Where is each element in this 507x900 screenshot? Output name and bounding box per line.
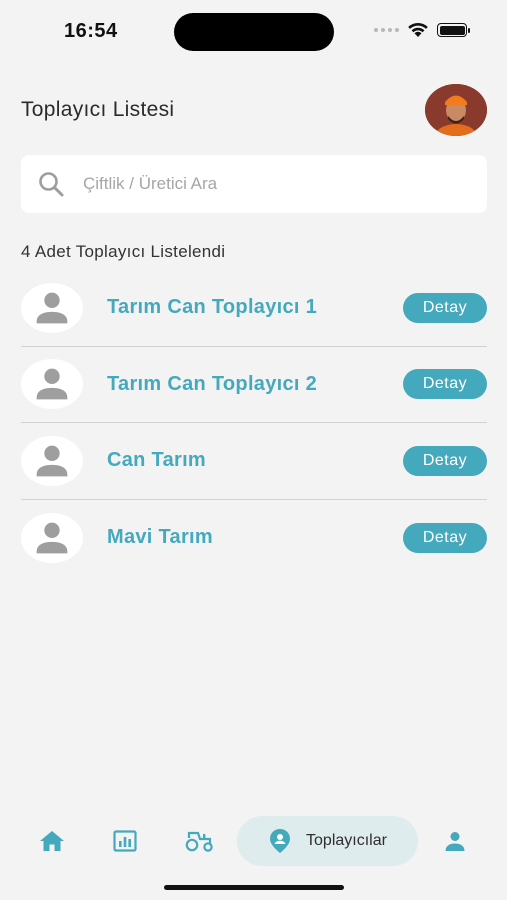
header: Toplayıcı Listesi bbox=[21, 84, 487, 136]
user-avatar[interactable] bbox=[425, 84, 487, 136]
item-name[interactable]: Can Tarım bbox=[107, 449, 403, 472]
status-time: 16:54 bbox=[64, 20, 118, 42]
item-name[interactable]: Tarım Can Toplayıcı 2 bbox=[107, 373, 403, 396]
person-icon bbox=[36, 292, 68, 324]
status-icons bbox=[374, 22, 470, 38]
tractor-icon bbox=[185, 831, 213, 852]
list-item[interactable]: Mavi Tarım Detay bbox=[21, 500, 487, 577]
list-item[interactable]: Tarım Can Toplayıcı 1 Detay bbox=[21, 270, 487, 347]
profile-icon bbox=[445, 832, 465, 851]
home-indicator[interactable] bbox=[164, 885, 344, 890]
chart-icon bbox=[113, 830, 137, 852]
wifi-icon bbox=[408, 22, 428, 37]
signal-icon bbox=[374, 28, 399, 32]
list-count-label: 4 Adet Toplayıcı Listelendi bbox=[21, 242, 226, 261]
list-item[interactable]: Can Tarım Detay bbox=[21, 423, 487, 500]
detail-button[interactable]: Detay bbox=[403, 369, 487, 400]
user-photo-icon bbox=[425, 84, 487, 136]
page-title: Toplayıcı Listesi bbox=[21, 98, 175, 121]
person-icon bbox=[36, 368, 68, 400]
person-avatar bbox=[21, 359, 83, 410]
detail-button[interactable]: Detay bbox=[403, 445, 487, 476]
item-name[interactable]: Mavi Tarım bbox=[107, 526, 403, 549]
status-bar: 16:54 bbox=[0, 0, 507, 64]
person-avatar bbox=[21, 512, 83, 563]
search-input[interactable] bbox=[83, 174, 443, 194]
collector-list: Tarım Can Toplayıcı 1 Detay Tarım Can To… bbox=[21, 270, 487, 576]
detail-button[interactable]: Detay bbox=[403, 292, 487, 323]
nav-farms[interactable] bbox=[180, 816, 220, 866]
home-icon bbox=[40, 831, 64, 851]
nav-profile[interactable] bbox=[435, 816, 475, 866]
search-box[interactable] bbox=[21, 155, 487, 213]
nav-collectors[interactable]: Toplayıcılar bbox=[237, 816, 418, 866]
collector-pin-icon bbox=[270, 829, 291, 853]
dynamic-island bbox=[174, 13, 334, 51]
bottom-nav: Toplayıcılar bbox=[0, 816, 507, 866]
person-avatar bbox=[21, 282, 83, 333]
nav-collectors-label: Toplayıcılar bbox=[306, 832, 387, 849]
person-avatar bbox=[21, 435, 83, 486]
nav-reports[interactable] bbox=[105, 816, 145, 866]
list-item[interactable]: Tarım Can Toplayıcı 2 Detay bbox=[21, 347, 487, 423]
detail-button[interactable]: Detay bbox=[403, 522, 487, 553]
person-icon bbox=[36, 445, 68, 477]
nav-home[interactable] bbox=[32, 816, 72, 866]
battery-icon bbox=[437, 23, 470, 37]
search-icon bbox=[39, 172, 64, 197]
person-icon bbox=[36, 522, 68, 554]
item-name[interactable]: Tarım Can Toplayıcı 1 bbox=[107, 296, 403, 319]
